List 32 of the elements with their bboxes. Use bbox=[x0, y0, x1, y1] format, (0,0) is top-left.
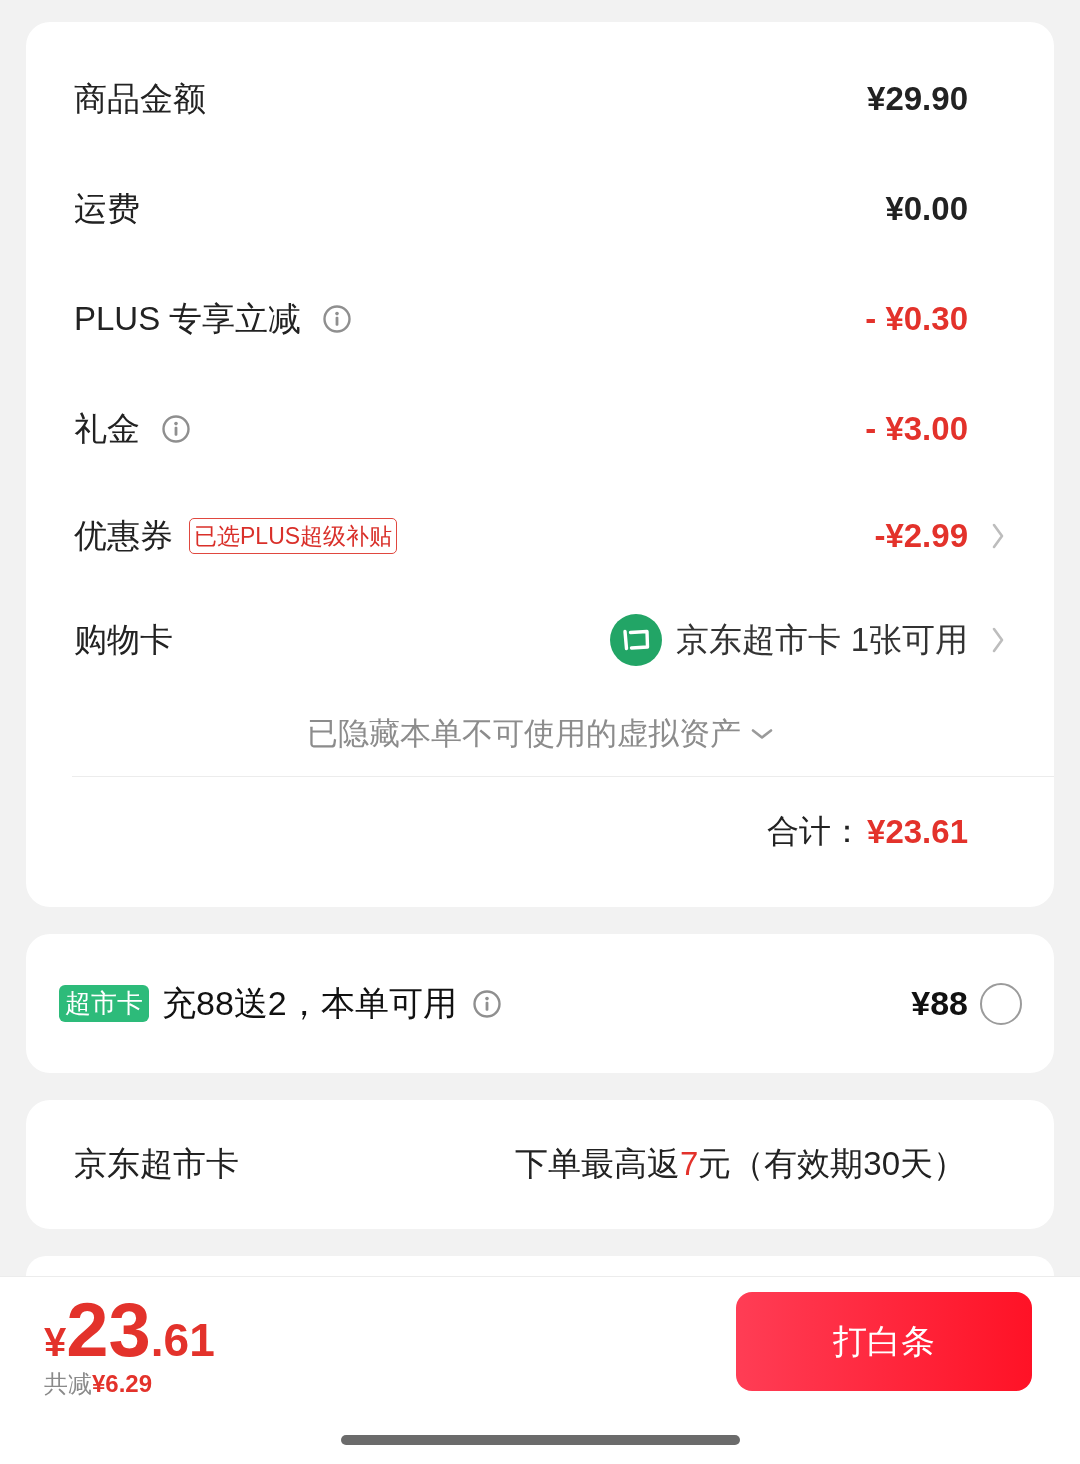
offer-badge: 超市卡 bbox=[59, 985, 149, 1022]
amount-value: - ¥3.00 bbox=[865, 410, 968, 448]
coupon-tag: 已选PLUS超级补贴 bbox=[189, 518, 398, 554]
chevron-right-icon[interactable] bbox=[992, 523, 1004, 549]
rebate-label: 京东超市卡 bbox=[74, 1144, 239, 1184]
info-icon[interactable] bbox=[162, 415, 190, 443]
offer-text: 充88送2，本单可用 bbox=[162, 982, 457, 1024]
amount-value: ¥29.90 bbox=[867, 80, 968, 118]
amount-value: - ¥0.30 bbox=[865, 300, 968, 338]
amount-value: ¥0.00 bbox=[885, 190, 968, 228]
pay-button[interactable]: 打白条 bbox=[736, 1292, 1032, 1391]
radio-button[interactable] bbox=[980, 982, 1022, 1025]
savings-amount: ¥6.29 bbox=[92, 1370, 153, 1398]
info-icon[interactable] bbox=[323, 305, 352, 333]
hidden-assets-toggle[interactable]: 已隐藏本单不可使用的虚拟资产 bbox=[307, 713, 773, 755]
amount-value: -¥2.99 bbox=[874, 517, 968, 555]
savings-label: 共减 bbox=[44, 1369, 92, 1399]
total-label: 合计： bbox=[767, 812, 864, 851]
card-name[interactable]: 京东超市卡 1张可用 bbox=[676, 617, 968, 663]
info-icon[interactable] bbox=[472, 989, 501, 1018]
offer-price: ¥88 bbox=[911, 984, 968, 1023]
card-icon bbox=[610, 614, 663, 666]
pay-total: ¥23.61 bbox=[44, 1292, 215, 1368]
row-label: 商品金额 bbox=[74, 78, 206, 119]
rebate-note: 下单最高返7元（有效期30天） bbox=[514, 1144, 966, 1184]
chevron-right-icon[interactable] bbox=[992, 627, 1004, 653]
row-label: 礼金 bbox=[74, 408, 140, 449]
row-label: 优惠券 bbox=[74, 515, 173, 556]
row-label: 购物卡 bbox=[74, 619, 173, 660]
total-value: ¥23.61 bbox=[867, 813, 968, 851]
row-label: PLUS 专享立减 bbox=[74, 298, 302, 339]
row-label: 运费 bbox=[74, 188, 140, 229]
